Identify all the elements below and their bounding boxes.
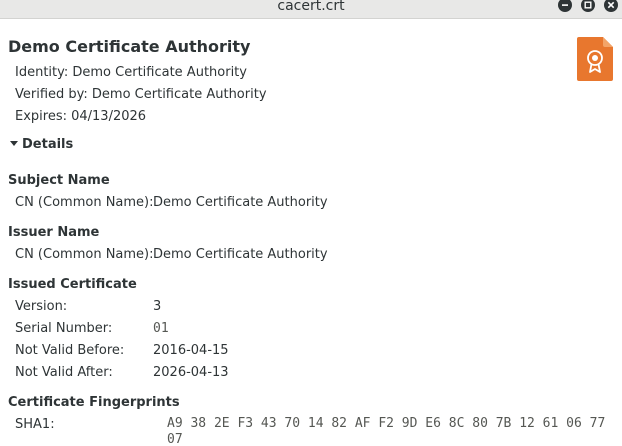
verified-by-line: Verified by: Demo Certificate Authority — [15, 87, 267, 102]
not-valid-before-value: 2016-04-15 — [153, 343, 229, 358]
subject-cn-label: CN (Common Name): — [15, 195, 154, 210]
not-valid-before-label: Not Valid Before: — [15, 343, 125, 358]
sha1-value: A9 38 2E F3 43 70 14 82 AF F2 9D E6 8C 8… — [167, 416, 606, 446]
serial-number-label: Serial Number: — [15, 321, 113, 336]
expander-arrow-icon — [10, 141, 18, 146]
issuer-cn-value: Demo Certificate Authority — [153, 247, 328, 262]
close-icon — [607, 1, 615, 9]
not-valid-after-value: 2026-04-13 — [153, 365, 229, 380]
fingerprints-heading: Certificate Fingerprints — [8, 395, 180, 410]
maximize-button[interactable] — [581, 0, 595, 12]
window-title: cacert.crt — [277, 0, 345, 14]
window-titlebar[interactable]: cacert.crt — [0, 0, 622, 19]
certificate-name: Demo Certificate Authority — [8, 37, 251, 56]
identity-line: Identity: Demo Certificate Authority — [15, 65, 247, 80]
maximize-icon — [584, 1, 592, 9]
issuer-name-heading: Issuer Name — [8, 225, 100, 240]
certificate-viewer: Demo Certificate Authority Identity: Dem… — [0, 19, 622, 446]
subject-name-heading: Subject Name — [8, 173, 110, 188]
not-valid-after-label: Not Valid After: — [15, 365, 113, 380]
version-label: Version: — [15, 299, 68, 314]
sha1-label: SHA1: — [15, 417, 55, 432]
minimize-button[interactable] — [558, 0, 572, 12]
version-value: 3 — [153, 299, 162, 314]
details-label: Details — [22, 137, 74, 152]
serial-number-value: 01 — [153, 321, 169, 336]
certificate-icon — [577, 37, 613, 81]
minimize-icon — [562, 4, 568, 6]
details-expander[interactable]: Details — [10, 137, 73, 152]
expires-line: Expires: 04/13/2026 — [15, 109, 147, 124]
close-button[interactable] — [604, 0, 618, 12]
issued-certificate-heading: Issued Certificate — [8, 277, 137, 292]
issuer-cn-label: CN (Common Name): — [15, 247, 154, 262]
subject-cn-value: Demo Certificate Authority — [153, 195, 328, 210]
